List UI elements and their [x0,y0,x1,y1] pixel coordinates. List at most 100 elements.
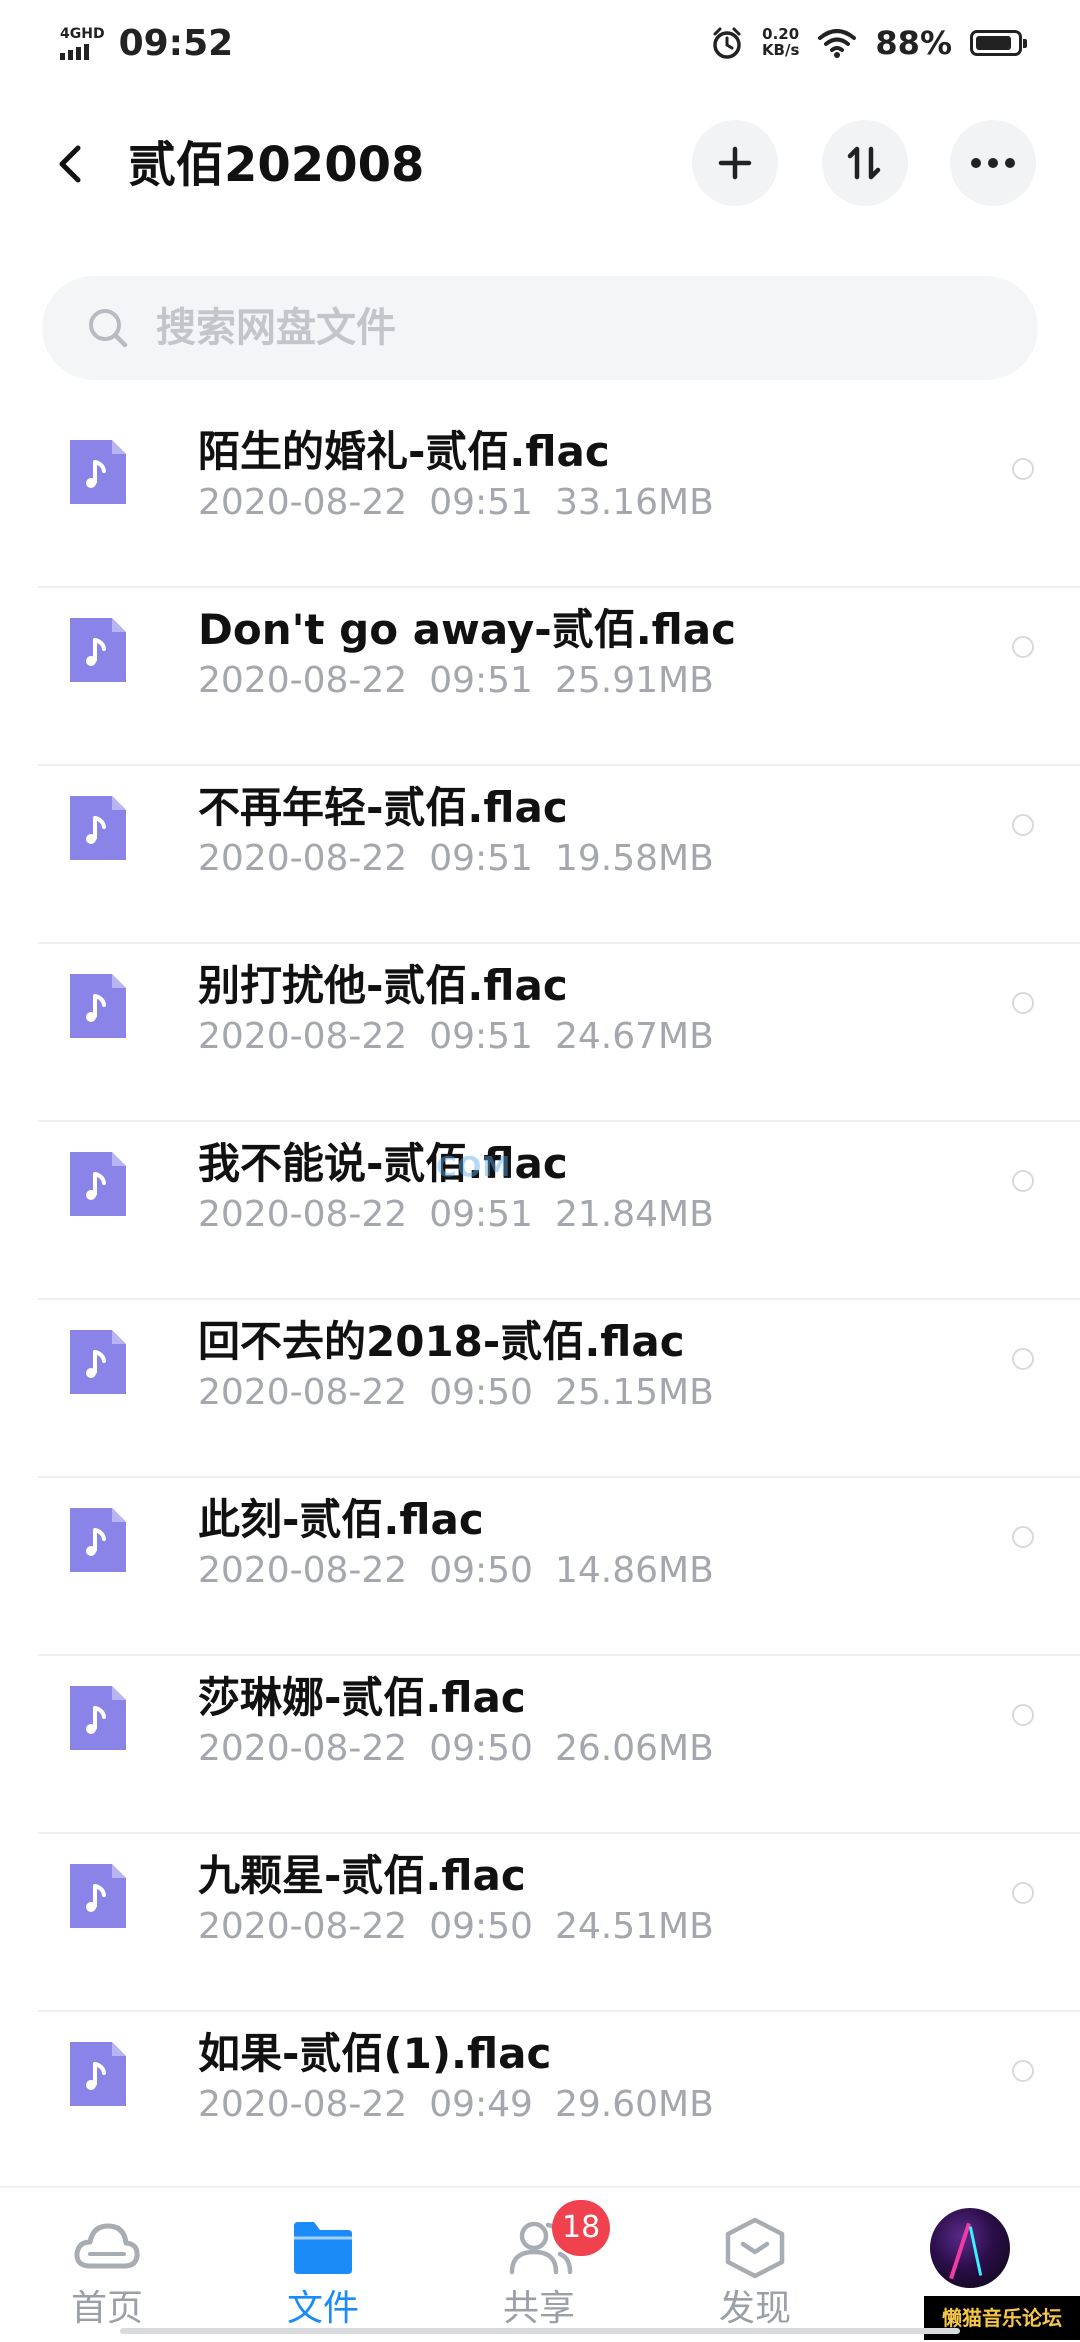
select-checkbox[interactable] [1012,2060,1034,2082]
select-checkbox[interactable] [1012,992,1034,1014]
file-date: 2020-08-22 [198,1372,408,1413]
select-checkbox[interactable] [1012,1882,1034,1904]
select-checkbox[interactable] [1012,1526,1034,1548]
search-input[interactable] [154,304,978,352]
search-icon [89,309,128,348]
signal-bars [60,43,89,60]
back-button[interactable] [50,142,94,186]
file-size: 29.60MB [554,2084,714,2125]
nav-share-label: 共享 [502,2288,575,2329]
add-button[interactable] [692,120,778,206]
file-date: 2020-08-22 [198,1194,408,1235]
music-file-icon [70,618,126,682]
file-date: 2020-08-22 [198,1906,408,1947]
file-meta: 2020-08-22 09:50 26.06MB [198,1724,714,1774]
file-meta: 2020-08-22 09:51 19.58MB [198,834,714,884]
file-name: 不再年轻-贰佰.flac [198,783,568,832]
music-file-icon [70,1686,126,1750]
bottom-nav: 首页 文件 18 共享 发现 [0,2186,1080,2342]
sort-button[interactable] [822,120,908,206]
file-time: 09:50 [429,1550,533,1591]
nav-home[interactable]: 首页 [32,2188,182,2342]
status-right: 0.20 KB/s 88% [710,24,1027,62]
discover-icon [725,2217,785,2279]
file-row[interactable]: Don't go away-贰佰.flac 2020-08-22 09:51 25.… [38,588,1080,766]
file-size: 19.58MB [554,838,714,879]
file-time: 09:49 [429,2084,533,2125]
music-file-icon [70,974,126,1038]
music-file-icon [70,440,126,504]
select-checkbox[interactable] [1012,1704,1034,1726]
music-file-icon [70,1152,126,1216]
music-file-icon [70,1508,126,1572]
select-checkbox[interactable] [1012,814,1034,836]
file-size: 25.15MB [554,1372,714,1413]
speed-unit: KB/s [761,41,800,59]
more-button[interactable] [950,120,1036,206]
chevron-left-icon [59,145,81,183]
nav-discover-label: 发现 [718,2288,791,2329]
file-row[interactable]: 如果-贰佰(1).flac 2020-08-22 09:49 29.60MB [38,2012,1080,2190]
page-title: 贰佰202008 [128,137,425,193]
battery-level [976,36,1011,50]
home-indicator[interactable] [120,2328,960,2334]
alarm-icon [713,27,741,59]
select-checkbox[interactable] [1012,1348,1034,1370]
more-dots-icon [971,158,1015,168]
file-row[interactable]: 陌生的婚礼-贰佰.flac 2020-08-22 09:51 33.16MB [38,410,1080,588]
watermark: COM [436,1150,512,1183]
file-time: 09:51 [429,1194,533,1235]
select-checkbox[interactable] [1012,1170,1034,1192]
file-row[interactable]: 九颗星-贰佰.flac 2020-08-22 09:50 24.51MB [38,1834,1080,2012]
file-size: 24.51MB [554,1906,714,1947]
cloud-icon [74,2223,140,2269]
music-file-icon [70,2042,126,2106]
file-date: 2020-08-22 [198,1728,408,1769]
file-time: 09:51 [429,660,533,701]
file-time: 09:50 [429,1728,533,1769]
folder-icon [294,2222,352,2274]
file-time: 09:51 [429,838,533,879]
nav-home-label: 首页 [70,2288,143,2329]
file-meta: 2020-08-22 09:51 33.16MB [198,478,714,528]
status-time: 09:52 [118,22,234,64]
music-file-icon [70,1864,126,1928]
file-size: 24.67MB [554,1016,714,1057]
music-file-icon [70,796,126,860]
sort-icon [847,146,881,180]
nav-files[interactable]: 文件 [248,2188,398,2342]
battery-icon [970,30,1027,56]
header: 贰佰202008 [0,120,1080,210]
file-row[interactable]: 回不去的2018-贰佰.flac 2020-08-22 09:50 25.15MB [38,1300,1080,1478]
file-size: 25.91MB [554,660,714,701]
plus-icon [718,146,752,180]
file-row[interactable]: 我不能说-贰佰.flac 2020-08-22 09:51 21.84MB [38,1122,1080,1300]
file-meta: 2020-08-22 09:50 14.86MB [198,1546,714,1596]
nav-files-label: 文件 [286,2288,359,2329]
search-bar[interactable] [42,276,1038,380]
nav-share[interactable]: 18 共享 [464,2188,614,2342]
share-badge: 18 [552,2200,611,2256]
file-meta: 2020-08-22 09:50 25.15MB [198,1368,714,1418]
select-checkbox[interactable] [1012,636,1034,658]
file-meta: 2020-08-22 09:49 29.60MB [198,2080,714,2130]
file-date: 2020-08-22 [198,482,408,523]
file-row[interactable]: 此刻-贰佰.flac 2020-08-22 09:50 14.86MB [38,1478,1080,1656]
file-row[interactable]: 莎琳娜-贰佰.flac 2020-08-22 09:50 26.06MB [38,1656,1080,1834]
file-list: 陌生的婚礼-贰佰.flac 2020-08-22 09:51 33.16MB Don… [0,410,1080,2190]
file-name: 别打扰他-贰佰.flac [198,961,568,1010]
file-time: 09:51 [429,482,533,523]
file-size: 14.86MB [554,1550,714,1591]
file-meta: 2020-08-22 09:51 25.91MB [198,656,714,706]
file-row[interactable]: 不再年轻-贰佰.flac 2020-08-22 09:51 19.58MB [38,766,1080,944]
file-date: 2020-08-22 [198,1550,408,1591]
file-row[interactable]: 别打扰他-贰佰.flac 2020-08-22 09:51 24.67MB [38,944,1080,1122]
file-meta: 2020-08-22 09:50 24.51MB [198,1902,714,1952]
file-name: 九颗星-贰佰.flac [198,1851,526,1900]
avatar[interactable] [930,2208,1010,2288]
nav-discover[interactable]: 发现 [680,2188,830,2342]
network-speed: 0.20 KB/s [761,26,800,59]
select-checkbox[interactable] [1012,458,1034,480]
file-size: 26.06MB [554,1728,714,1769]
file-meta: 2020-08-22 09:51 21.84MB [198,1190,714,1240]
